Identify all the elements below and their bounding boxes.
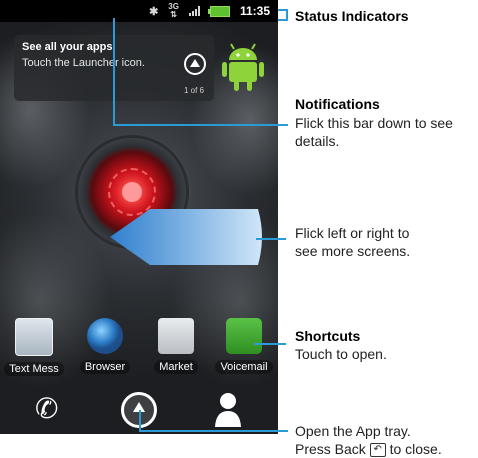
launcher-hint-icon[interactable] <box>184 53 206 75</box>
app-label: Browser <box>79 360 131 374</box>
status-bar[interactable]: ✱ 3G ⇅ 11:35 <box>0 0 278 22</box>
notification-title: See all your apps <box>22 41 113 53</box>
notifications-callout-line <box>113 124 288 126</box>
signal-strength-icon <box>188 6 200 16</box>
status-time: 11:35 <box>239 4 270 18</box>
status-callout-bracket <box>278 19 288 21</box>
phone-icon[interactable]: ✆ <box>35 392 58 425</box>
shortcuts-description: Touch to open. <box>295 346 387 362</box>
tray-callout-line <box>139 430 288 432</box>
market-bag-icon <box>158 318 194 354</box>
swipe-arrow <box>110 209 262 265</box>
back-key-icon: ↶ <box>369 443 386 458</box>
app-label: Voicemail <box>215 360 273 374</box>
contacts-icon[interactable] <box>214 390 242 428</box>
tray-callout-line <box>139 410 141 432</box>
screens-description: Flick left or right to see more screens. <box>295 225 411 259</box>
voicemail-icon <box>226 318 262 354</box>
notification-page-indicator: 1 of 6 <box>183 86 204 95</box>
bluetooth-icon: ✱ <box>149 5 159 18</box>
shortcuts-callout-line <box>254 343 286 345</box>
text-messaging-icon <box>15 318 53 356</box>
notifications-callout-line <box>113 18 115 126</box>
notifications-description: Flick this bar down to see details. <box>295 115 453 149</box>
shortcuts-label: Shortcuts <box>295 328 361 344</box>
screens-callout-line <box>256 238 286 240</box>
app-shortcut-browser[interactable]: Browser <box>75 318 135 375</box>
status-indicators-label: Status Indicators <box>295 8 409 24</box>
battery-icon <box>207 5 230 17</box>
app-label: Market <box>154 360 198 374</box>
notifications-label: Notifications <box>295 96 380 112</box>
notification-subtitle: Touch the Launcher icon. <box>22 57 145 69</box>
app-label: Text Mess <box>4 362 64 376</box>
android-robot-icon <box>222 43 264 91</box>
phone-screen: ✱ 3G ⇅ 11:35 See all your apps Touch the … <box>0 0 278 434</box>
browser-globe-icon <box>87 318 123 354</box>
app-tray-description: Open the App tray. Press Back ↶ to close… <box>295 423 442 458</box>
app-shortcut-market[interactable]: Market <box>146 318 206 375</box>
network-3g-icon: 3G ⇅ <box>168 2 179 19</box>
app-shortcut-text-messaging[interactable]: Text Mess <box>4 318 64 377</box>
app-shortcut-voicemail[interactable]: Voicemail <box>214 318 274 375</box>
